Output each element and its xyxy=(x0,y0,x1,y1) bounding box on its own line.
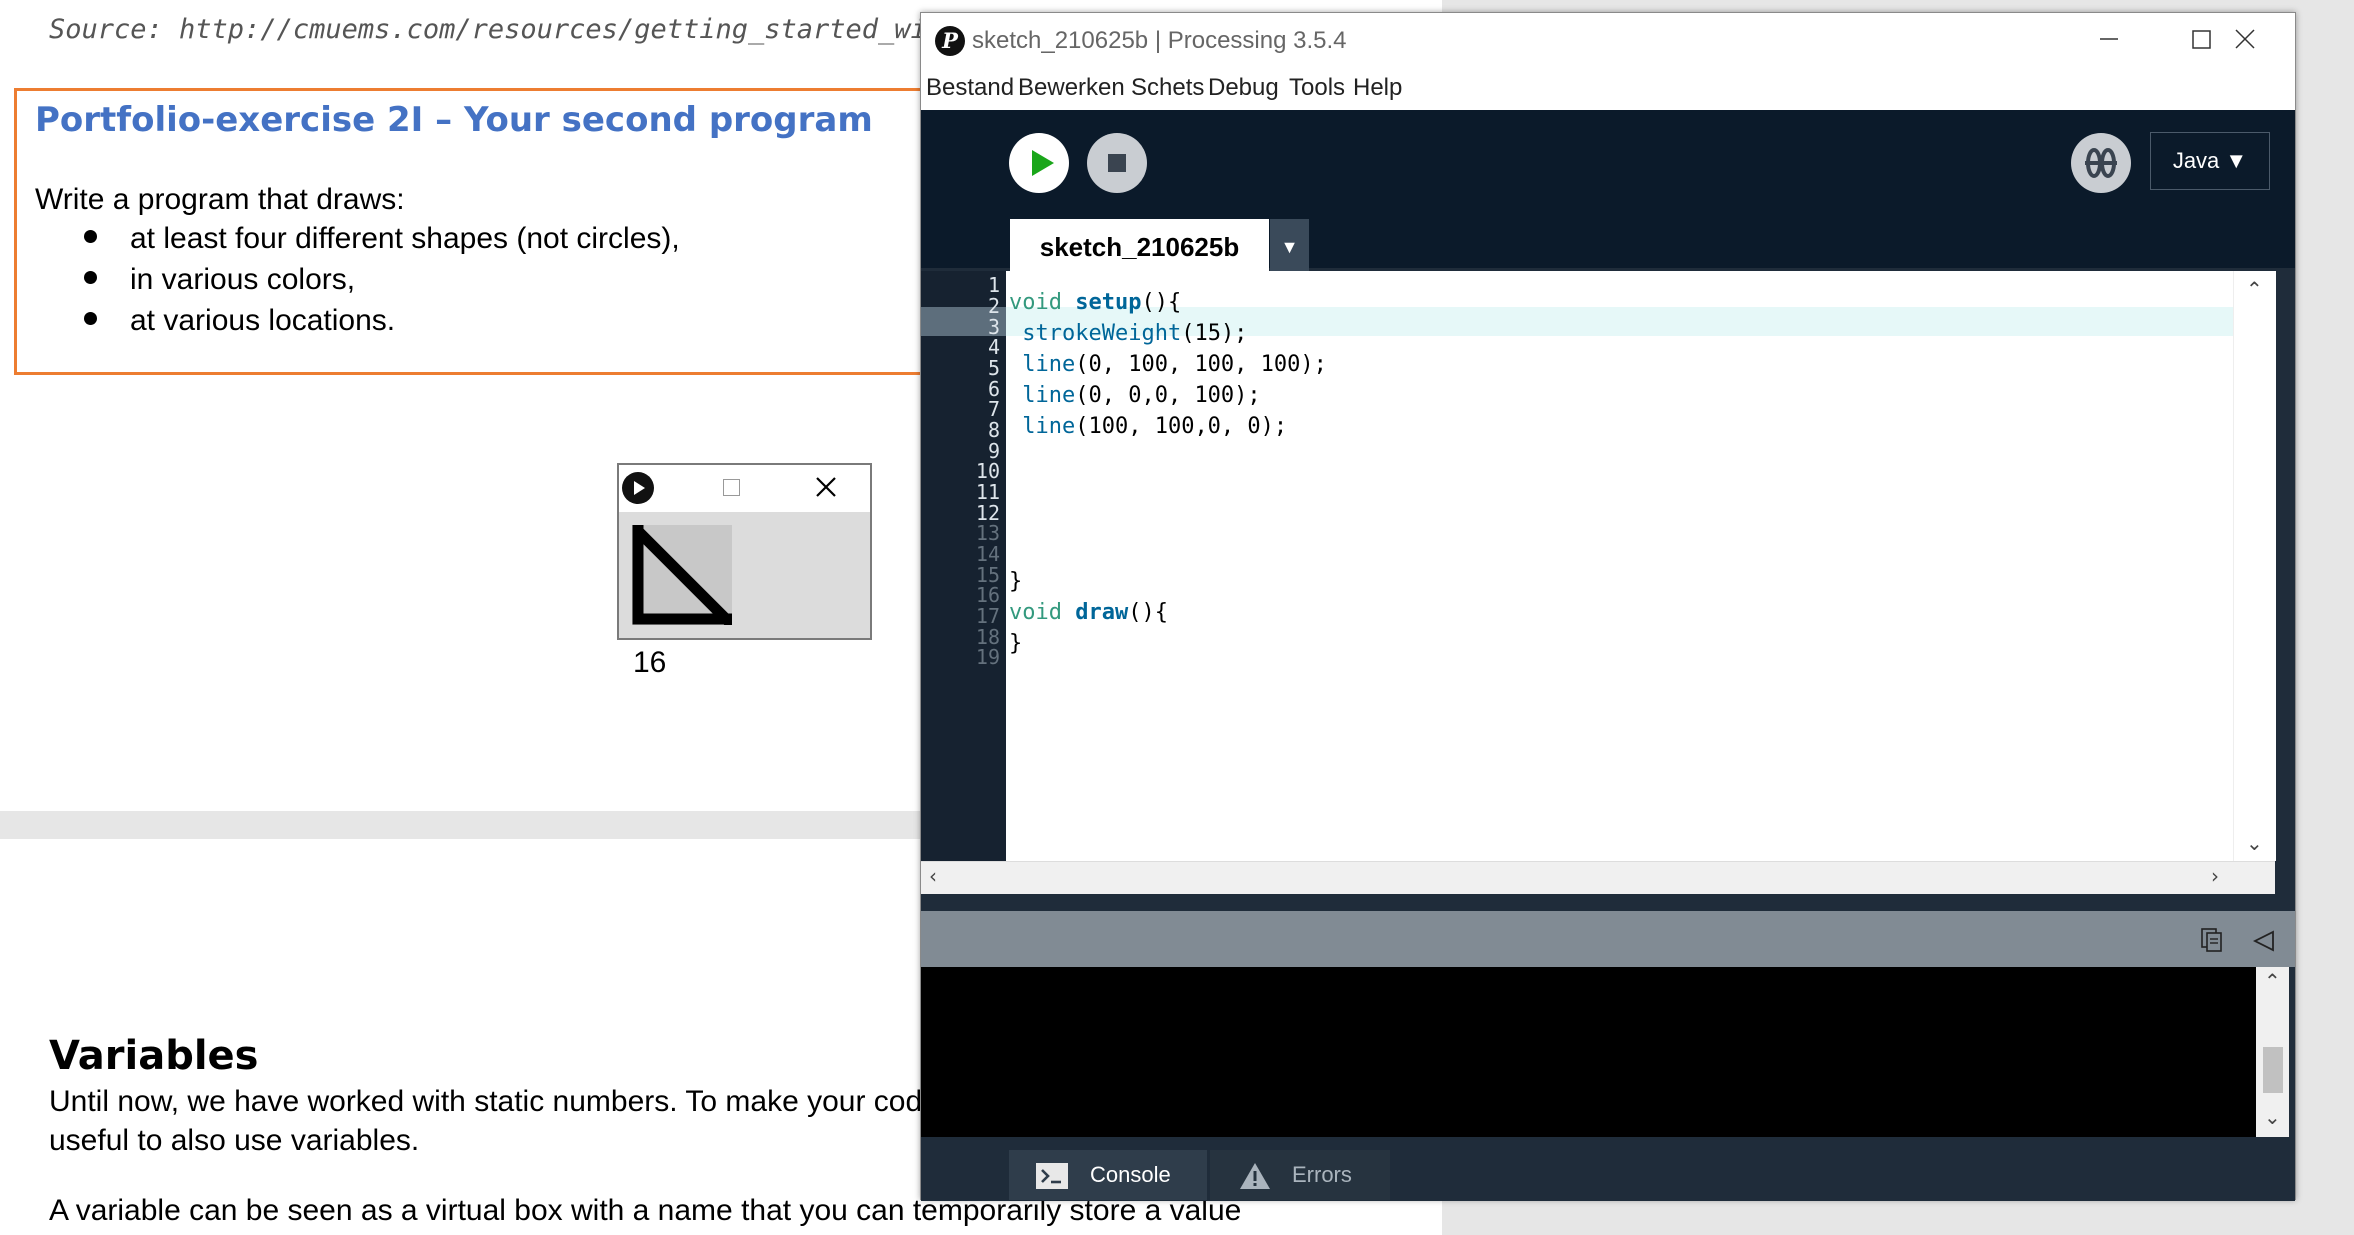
code-call: line xyxy=(1022,352,1076,377)
code-call: strokeWeight xyxy=(1022,321,1182,346)
variables-heading: Variables xyxy=(49,1033,259,1079)
maximize-icon[interactable] xyxy=(723,479,740,496)
list-item-text: at various locations. xyxy=(130,304,396,337)
window-title: sketch_210625b | Processing 3.5.4 xyxy=(972,27,1347,54)
debug-button[interactable] xyxy=(2071,133,2131,193)
list-item-text: at least four different shapes (not circ… xyxy=(130,222,680,255)
code-text: (0, 0,0, 100); xyxy=(1075,383,1261,408)
processing-logo-icon xyxy=(622,472,654,504)
sketch-tabs: sketch_210625b ▼ xyxy=(921,208,2295,275)
line-number-gutter: 1 2 3 4 5 6 7 8 9 10 11 12 13 14 15 16 1… xyxy=(921,271,1006,861)
list-item: at least four different shapes (not circ… xyxy=(80,222,680,263)
run-button[interactable] xyxy=(1009,133,1069,193)
console-output[interactable] xyxy=(921,967,2276,1137)
editor-vertical-scrollbar[interactable]: ⌃ ⌄ xyxy=(2233,271,2276,861)
tab-menu-button[interactable]: ▼ xyxy=(1270,219,1309,275)
code-line: strokeWeight(15); xyxy=(1009,318,1247,349)
code-editor[interactable]: 1 2 3 4 5 6 7 8 9 10 11 12 13 14 15 16 1… xyxy=(921,271,2276,894)
mode-selector[interactable]: Java ▼ xyxy=(2150,132,2270,190)
code-call: line xyxy=(1022,414,1076,439)
toolbar: Java ▼ xyxy=(921,110,2295,224)
code-keyword: void xyxy=(1009,600,1062,625)
sketch-output-titlebar[interactable] xyxy=(619,465,870,512)
code-text-area[interactable]: void setup(){ strokeWeight(15); line(0, … xyxy=(1009,271,2229,861)
console-scrollbar[interactable]: ⌃ ⌄ xyxy=(2256,967,2289,1137)
console-tab[interactable]: Console xyxy=(1009,1150,1207,1200)
exercise-title: Portfolio-exercise 2I – Your second prog… xyxy=(35,100,873,140)
console-tab-label: Console xyxy=(1090,1162,1171,1187)
menu-tools[interactable]: Tools xyxy=(1289,74,1345,102)
list-item-text: in various colors, xyxy=(130,263,356,296)
code-line: void draw(){ xyxy=(1009,597,1168,628)
bullet-icon xyxy=(84,271,97,284)
list-item: in various colors, xyxy=(80,263,680,304)
stop-button[interactable] xyxy=(1087,133,1147,193)
copy-console-icon[interactable] xyxy=(2199,927,2225,953)
code-line: void setup(){ xyxy=(1009,287,1181,318)
window-titlebar[interactable]: P sketch_210625b | Processing 3.5.4 xyxy=(921,13,2295,65)
errors-tab-label: Errors xyxy=(1292,1162,1352,1187)
code-call: line xyxy=(1022,383,1076,408)
code-line: line(0, 100, 100, 100); xyxy=(1009,349,1327,380)
editor-horizontal-scrollbar[interactable]: ‹ › xyxy=(921,861,2275,894)
code-text: (){ xyxy=(1128,600,1168,625)
line-number: 19 xyxy=(975,645,1000,669)
scroll-right-icon[interactable]: › xyxy=(2211,864,2219,888)
code-text: (15); xyxy=(1181,321,1248,346)
menu-help[interactable]: Help xyxy=(1353,74,1402,102)
menu-bewerken[interactable]: Bewerken xyxy=(1018,74,1125,102)
bullet-icon xyxy=(84,230,97,243)
console-footer: Console Errors xyxy=(921,1137,2295,1201)
scroll-down-icon[interactable]: ⌄ xyxy=(2264,1105,2281,1129)
minimize-icon[interactable] xyxy=(2063,13,2155,65)
scroll-left-icon[interactable]: ‹ xyxy=(929,864,937,888)
menu-schets[interactable]: Schets xyxy=(1131,74,1204,102)
errors-tab[interactable]: Errors xyxy=(1210,1150,1390,1200)
debugger-icon xyxy=(2085,148,2117,178)
code-text: (){ xyxy=(1141,290,1182,315)
source-line: Source: http://cmuems.com/resources/gett… xyxy=(49,14,1009,45)
close-icon[interactable] xyxy=(812,473,840,501)
bullet-icon xyxy=(84,312,97,325)
variables-paragraph-1: Until now, we have worked with static nu… xyxy=(49,1085,939,1157)
list-item: at various locations. xyxy=(80,304,680,345)
triangle-drawing xyxy=(632,525,736,629)
page-number: 16 xyxy=(633,646,667,679)
console-scroll-thumb[interactable] xyxy=(2263,1047,2283,1093)
sketch-canvas xyxy=(632,525,736,629)
scroll-up-icon[interactable]: ⌃ xyxy=(2264,969,2281,993)
menu-bestand[interactable]: Bestand xyxy=(926,74,1014,102)
exercise-intro: Write a program that draws: xyxy=(35,183,405,216)
scroll-up-icon[interactable]: ⌃ xyxy=(2246,277,2263,301)
code-function-name: draw xyxy=(1075,600,1129,625)
code-function-name: setup xyxy=(1075,290,1142,315)
tab-sketch[interactable]: sketch_210625b xyxy=(1010,219,1269,275)
sketch-output-window[interactable] xyxy=(617,463,872,640)
menu-debug[interactable]: Debug xyxy=(1208,74,1279,102)
processing-logo-icon: P xyxy=(935,26,965,56)
code-line: line(100, 100,0, 0); xyxy=(1009,411,1287,442)
code-text: (100, 100,0, 0); xyxy=(1075,414,1288,439)
exercise-bullet-list: at least four different shapes (not circ… xyxy=(80,222,680,345)
collapse-console-icon[interactable] xyxy=(2251,929,2277,953)
code-keyword: void xyxy=(1009,290,1062,315)
menu-bar: Bestand Bewerken Schets Debug Tools Help xyxy=(921,65,2295,111)
status-bar xyxy=(921,911,2295,967)
code-line: line(0, 0,0, 100); xyxy=(1009,380,1261,411)
close-icon[interactable] xyxy=(2199,13,2291,65)
code-line: } xyxy=(1009,569,1023,594)
warning-icon xyxy=(1240,1163,1270,1189)
code-line: } xyxy=(1009,631,1023,656)
scroll-down-icon[interactable]: ⌄ xyxy=(2246,831,2263,855)
code-text: (0, 100, 100, 100); xyxy=(1075,352,1327,377)
console-icon xyxy=(1036,1163,1068,1189)
processing-window: P sketch_210625b | Processing 3.5.4 Best… xyxy=(920,12,2296,1201)
